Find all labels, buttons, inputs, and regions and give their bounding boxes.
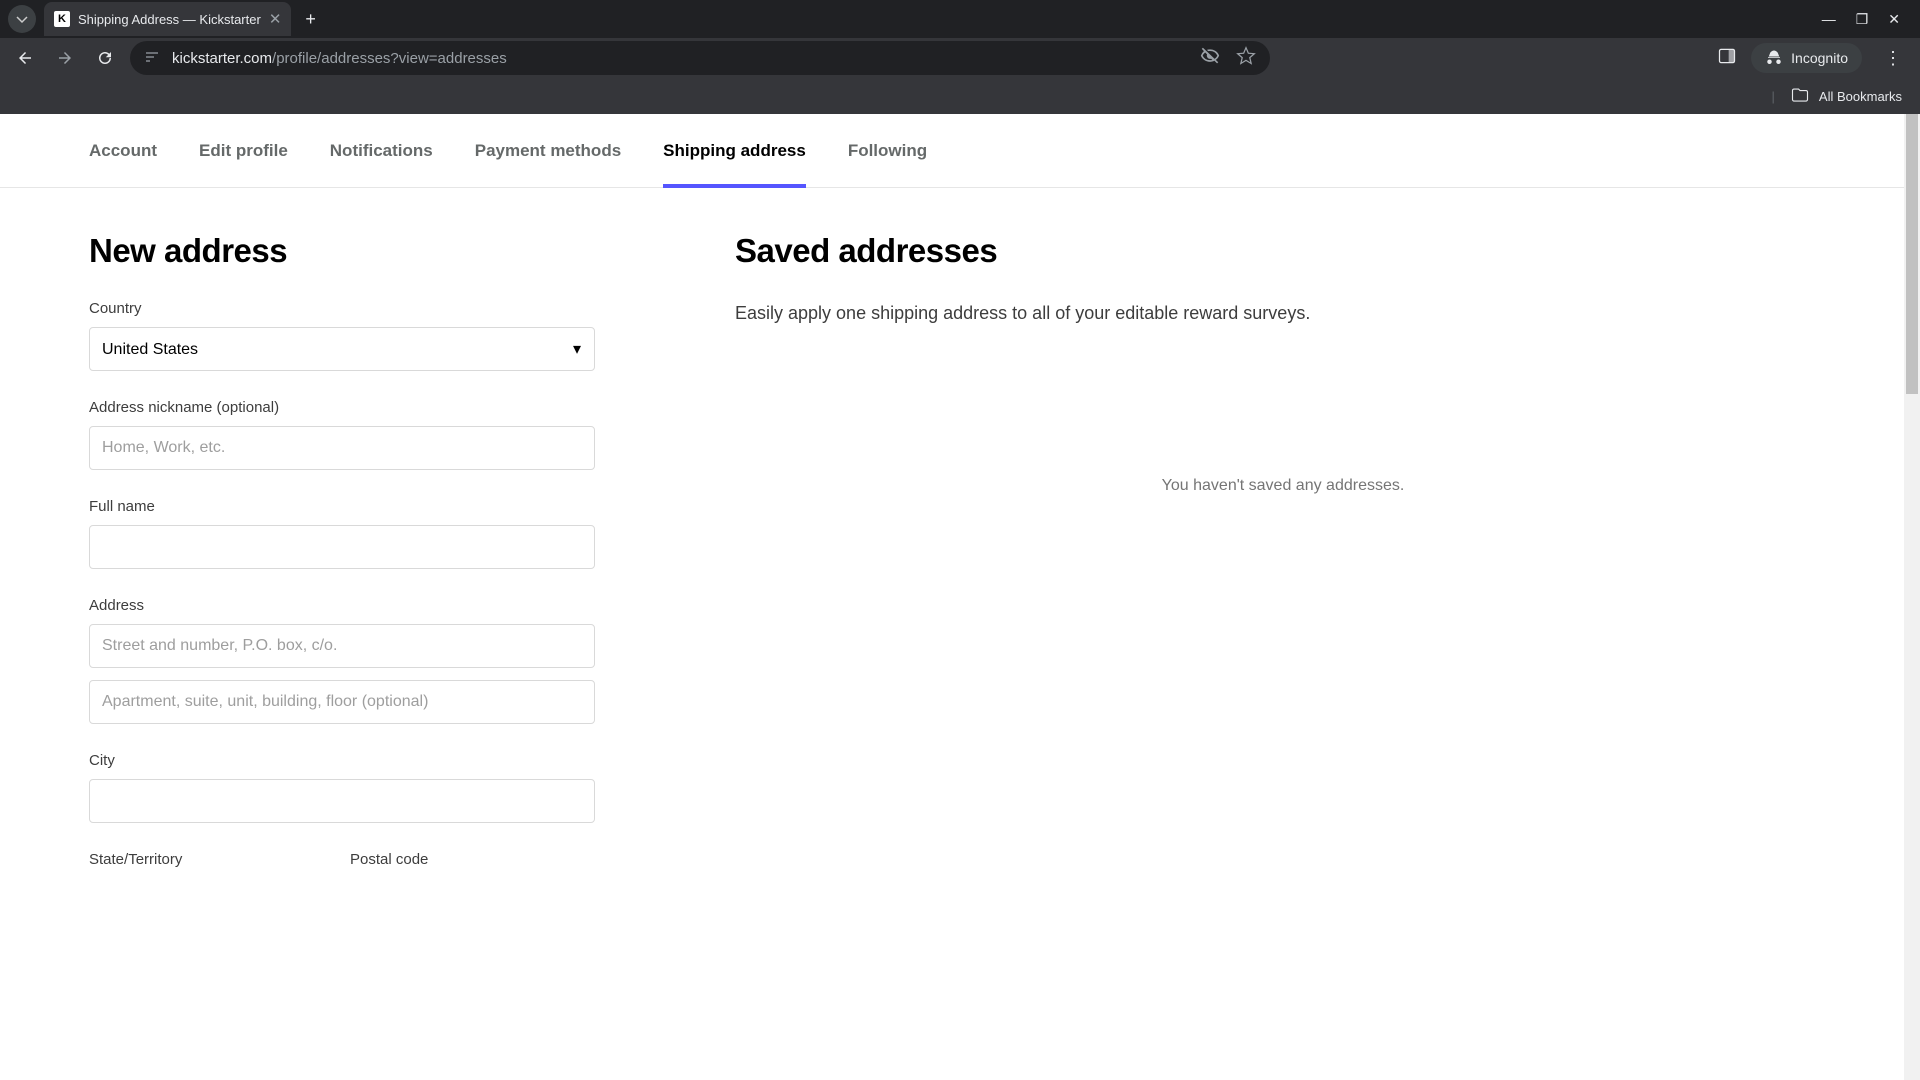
postal-label: Postal code [350, 851, 595, 868]
incognito-icon [1765, 49, 1783, 67]
address-group: Address [89, 597, 595, 724]
address-line2-input[interactable] [89, 680, 595, 724]
browser-chrome: K Shipping Address — Kickstarter ✕ + — ❐… [0, 0, 1920, 114]
country-select[interactable]: United States [89, 327, 595, 371]
tab-strip: K Shipping Address — Kickstarter ✕ + — ❐… [0, 0, 1920, 38]
close-tab-button[interactable]: ✕ [269, 10, 282, 28]
site-settings-icon[interactable] [144, 49, 160, 68]
new-address-column: New address Country United States ▾ Addr… [89, 232, 595, 878]
address-label: Address [89, 597, 595, 614]
reload-icon [96, 49, 114, 67]
content-columns: New address Country United States ▾ Addr… [0, 188, 1920, 878]
chevron-down-icon [16, 13, 28, 25]
page-content: Account Edit profile Notifications Payme… [0, 114, 1920, 1080]
bookmark-star-icon[interactable] [1236, 46, 1256, 71]
minimize-button[interactable]: — [1822, 11, 1836, 28]
state-label: State/Territory [89, 851, 334, 868]
saved-addresses-description: Easily apply one shipping address to all… [735, 300, 1831, 327]
nickname-input[interactable] [89, 426, 595, 470]
address-line1-input[interactable] [89, 624, 595, 668]
maximize-button[interactable]: ❐ [1856, 11, 1869, 28]
browser-tab[interactable]: K Shipping Address — Kickstarter ✕ [44, 2, 291, 36]
empty-state-text: You haven't saved any addresses. [735, 477, 1831, 495]
browser-toolbar: kickstarter.com/profile/addresses?view=a… [0, 38, 1920, 78]
tab-search-button[interactable] [8, 5, 36, 33]
scrollbar-thumb[interactable] [1906, 114, 1918, 394]
saved-addresses-heading: Saved addresses [735, 232, 1831, 270]
incognito-label: Incognito [1791, 50, 1848, 66]
all-bookmarks-button[interactable]: All Bookmarks [1819, 89, 1902, 104]
tab-title: Shipping Address — Kickstarter [78, 12, 261, 27]
tab-shipping-address[interactable]: Shipping address [663, 114, 806, 188]
fullname-label: Full name [89, 498, 595, 515]
incognito-badge[interactable]: Incognito [1751, 43, 1862, 73]
new-tab-button[interactable]: + [291, 9, 330, 30]
folder-icon [1791, 86, 1809, 107]
address-bar[interactable]: kickstarter.com/profile/addresses?view=a… [130, 41, 1270, 75]
arrow-right-icon [56, 49, 74, 67]
tab-notifications[interactable]: Notifications [330, 114, 433, 188]
eye-off-icon[interactable] [1200, 46, 1220, 71]
window-controls: — ❐ ✕ [1822, 11, 1920, 28]
tab-payment-methods[interactable]: Payment methods [475, 114, 621, 188]
side-panel-icon[interactable] [1717, 46, 1737, 71]
tab-account[interactable]: Account [89, 114, 157, 188]
nickname-label: Address nickname (optional) [89, 399, 595, 416]
city-label: City [89, 752, 595, 769]
tab-following[interactable]: Following [848, 114, 927, 188]
fullname-group: Full name [89, 498, 595, 569]
country-group: Country United States ▾ [89, 300, 595, 371]
nickname-group: Address nickname (optional) [89, 399, 595, 470]
bookmarks-bar: | All Bookmarks [0, 78, 1920, 114]
profile-tabs-nav: Account Edit profile Notifications Payme… [0, 114, 1920, 188]
divider: | [1772, 89, 1775, 104]
back-button[interactable] [10, 43, 40, 73]
favicon-icon: K [54, 11, 70, 27]
new-address-heading: New address [89, 232, 595, 270]
country-label: Country [89, 300, 595, 317]
tab-edit-profile[interactable]: Edit profile [199, 114, 288, 188]
arrow-left-icon [16, 49, 34, 67]
city-group: City [89, 752, 595, 823]
fullname-input[interactable] [89, 525, 595, 569]
state-postal-row: State/Territory Postal code [89, 851, 595, 878]
reload-button[interactable] [90, 43, 120, 73]
saved-addresses-column: Saved addresses Easily apply one shippin… [735, 232, 1831, 878]
close-window-button[interactable]: ✕ [1888, 11, 1900, 28]
city-input[interactable] [89, 779, 595, 823]
url-text: kickstarter.com/profile/addresses?view=a… [172, 50, 507, 67]
forward-button[interactable] [50, 43, 80, 73]
scrollbar[interactable] [1904, 114, 1920, 1080]
browser-menu-button[interactable]: ⋮ [1876, 48, 1910, 69]
